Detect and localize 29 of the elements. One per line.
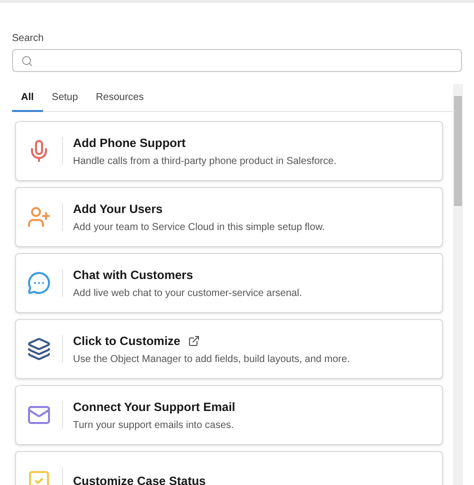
envelope-icon	[27, 403, 51, 427]
add-user-icon	[27, 205, 51, 229]
card-description: Handle calls from a third-party phone product in Salesforce.	[73, 154, 336, 168]
layers-icon	[27, 337, 51, 361]
card-description: Turn your support emails into cases.	[73, 418, 235, 432]
search-icon	[21, 54, 33, 66]
card-title: Click to Customize	[73, 332, 180, 350]
card-title: Add Phone Support	[73, 134, 186, 152]
setup-card[interactable]: Chat with Customers Add live web chat to your customer-service arsenal.	[15, 253, 443, 313]
setup-card[interactable]: Add Your Users Add your team to Service Cloud in this simple setup flow.	[15, 187, 443, 247]
card-description: Use the Object Manager to add fields, build layouts, and more.	[73, 352, 350, 366]
setup-card[interactable]: Click to Customize Use the Object Manager to add fields, build layouts, and more.	[15, 319, 443, 379]
card-title: Add Your Users	[73, 200, 163, 218]
chat-bubble-icon	[27, 271, 51, 295]
tab[interactable]: Resources	[86, 84, 153, 112]
setup-card[interactable]: Add Phone Support Handle calls from a third-party phone product in Salesforce.	[15, 121, 443, 181]
tab[interactable]: All	[12, 84, 43, 112]
external-link-icon[interactable]	[188, 334, 200, 346]
setup-card[interactable]: Connect Your Support Email Turn your support emails into cases.	[15, 385, 443, 445]
tab[interactable]: Setup	[42, 84, 87, 112]
card-description: Add your team to Service Cloud in this simple setup flow.	[73, 220, 325, 234]
card-title: Chat with Customers	[73, 266, 194, 284]
scrollbar[interactable]	[453, 84, 463, 485]
card-title: Connect Your Support Email	[73, 398, 236, 416]
search-label: Search	[12, 32, 45, 46]
card-title: Customize Case Status	[73, 473, 206, 485]
search-field[interactable]	[12, 49, 462, 72]
setup-card[interactable]: Customize Case Status	[15, 451, 443, 485]
card-description: Add live web chat to your customer-service arsenal.	[73, 286, 302, 300]
